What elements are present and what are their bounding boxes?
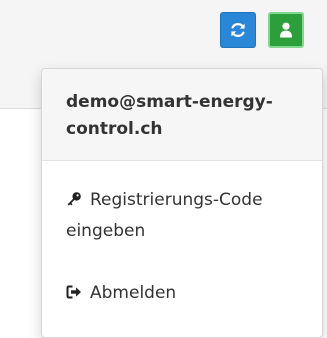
key-icon xyxy=(66,191,90,207)
logout-label: Abmelden xyxy=(90,283,177,303)
refresh-icon xyxy=(229,21,247,39)
enter-registration-code-label: Registrierungs-Code eingeben xyxy=(66,190,263,241)
user-email: demo@smart-energy-control.ch xyxy=(66,92,273,139)
logout-item[interactable]: Abmelden xyxy=(66,278,306,309)
user-dropdown-menu: demo@smart-energy-control.ch Registrieru… xyxy=(41,68,323,338)
user-menu-button[interactable] xyxy=(268,12,304,48)
refresh-button[interactable] xyxy=(220,12,256,48)
sign-out-icon xyxy=(66,284,90,300)
user-icon xyxy=(279,22,293,38)
dropdown-header: demo@smart-energy-control.ch xyxy=(42,69,322,161)
enter-registration-code-item[interactable]: Registrierungs-Code eingeben xyxy=(66,185,306,247)
